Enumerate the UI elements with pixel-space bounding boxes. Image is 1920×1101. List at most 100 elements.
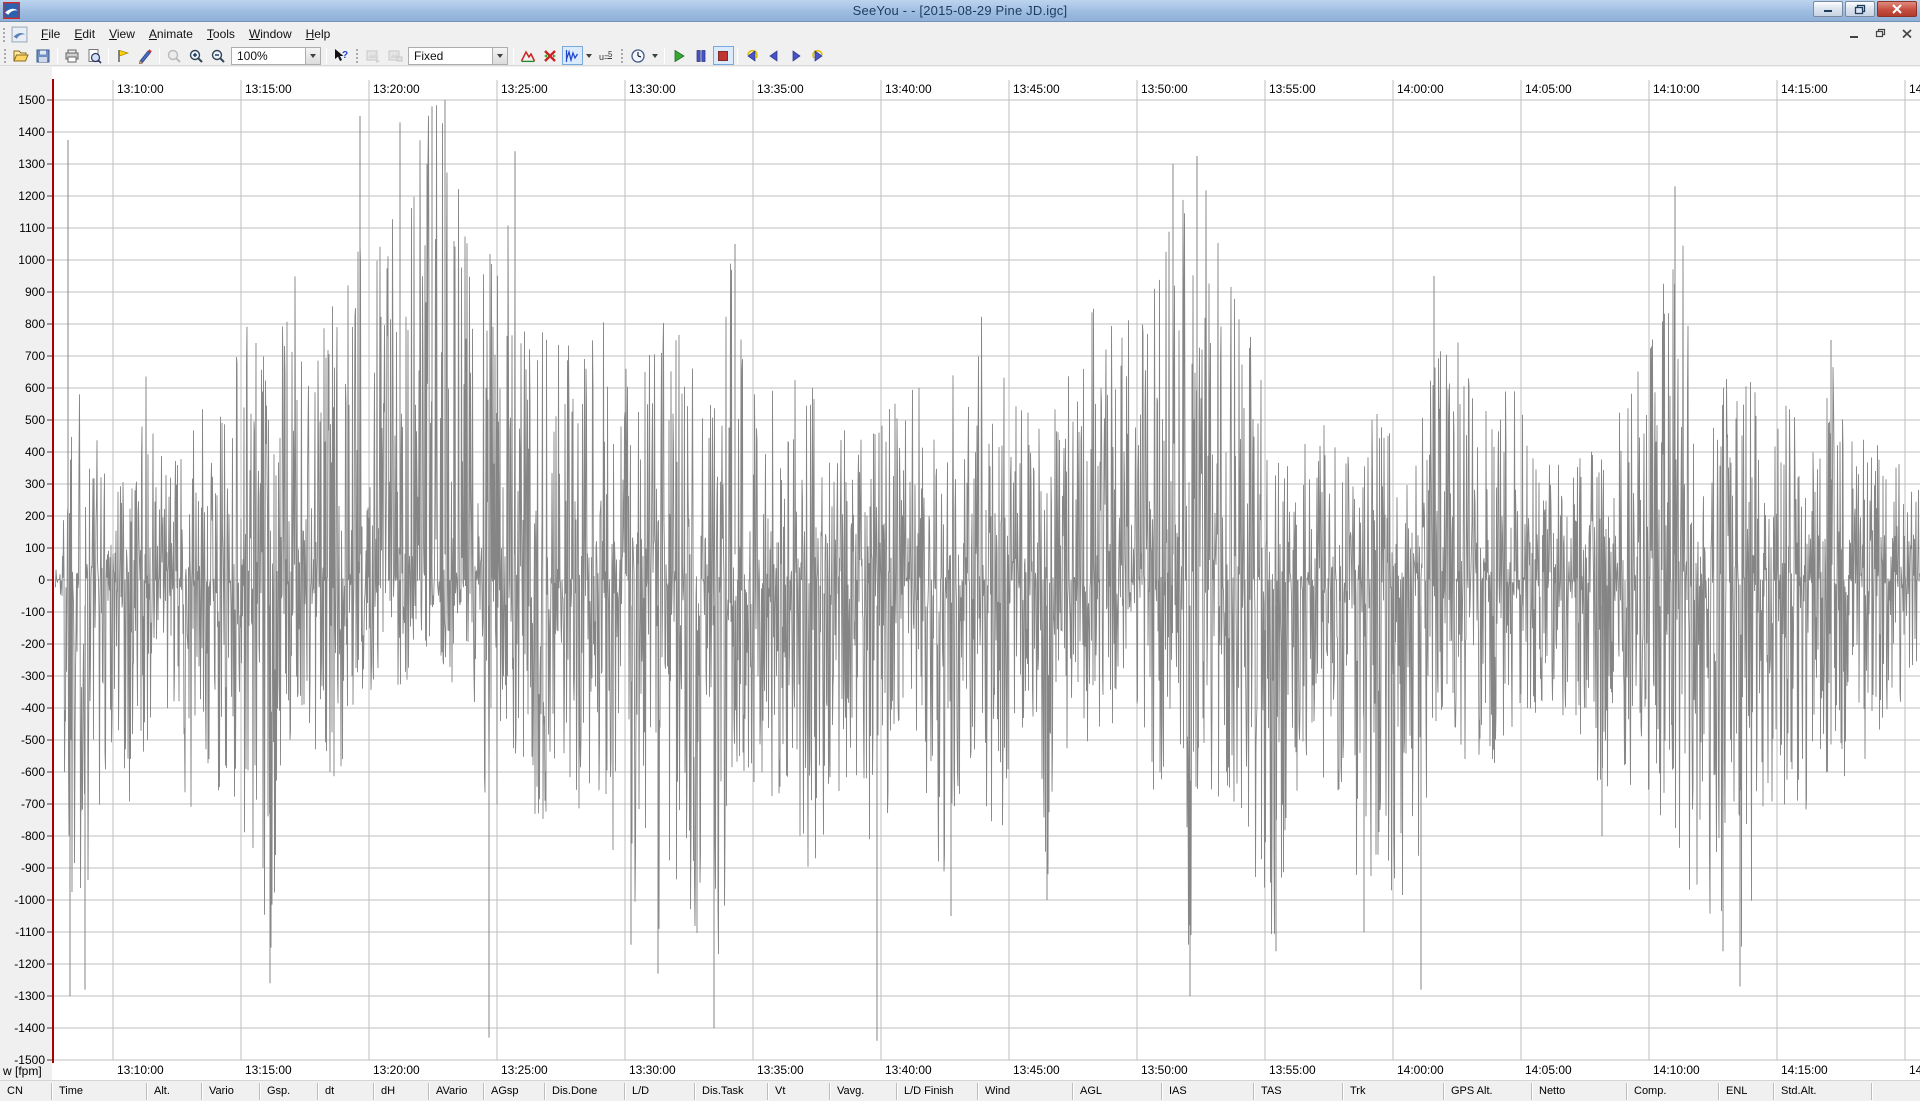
y-tick-label: -800 xyxy=(21,829,45,843)
y-tick-label: 1100 xyxy=(19,221,45,235)
x-tick-label-top: 13:30:00 xyxy=(629,82,676,96)
folder-open-icon xyxy=(13,48,29,64)
y-tick-label: 500 xyxy=(25,413,45,427)
toolbar-separator xyxy=(159,48,160,64)
maximize-window-button[interactable] xyxy=(1845,1,1875,17)
stop-button[interactable] xyxy=(713,46,734,65)
minimize-window-button[interactable] xyxy=(1813,1,1843,17)
x-tick-label-top: 13:25:00 xyxy=(501,82,548,96)
status-cell-netto: Netto xyxy=(1532,1083,1627,1100)
zoom-combo[interactable]: 100% xyxy=(231,47,321,65)
y-tick-label: -900 xyxy=(21,861,45,875)
task-x-icon xyxy=(542,48,558,64)
menu-view[interactable]: View xyxy=(102,23,142,45)
pen-icon xyxy=(137,48,153,64)
route-view-button[interactable] xyxy=(518,46,539,65)
status-cell-dt: dt xyxy=(318,1083,374,1100)
animate-flag-button[interactable] xyxy=(113,46,134,65)
menu-file[interactable]: File xyxy=(34,23,67,45)
status-cell-agsp: AGsp xyxy=(484,1083,545,1100)
zoom-combo-dropdown-arrow[interactable] xyxy=(305,48,320,64)
time-dropdown[interactable] xyxy=(649,46,661,65)
print-button[interactable] xyxy=(62,46,83,65)
toolbar-grip[interactable] xyxy=(2,27,6,42)
close-window-button[interactable] xyxy=(1877,1,1917,17)
y-tick-label: -100 xyxy=(21,605,45,619)
go-start-button[interactable] xyxy=(742,46,763,65)
menu-animate[interactable]: Animate xyxy=(142,23,200,45)
mdi-close-button[interactable] xyxy=(1898,25,1916,41)
draw-button[interactable] xyxy=(135,46,156,65)
y-tick-label: 400 xyxy=(25,445,45,459)
pause-button[interactable] xyxy=(691,46,712,65)
print-preview-button[interactable] xyxy=(84,46,105,65)
x-tick-label-bottom: 13:15:00 xyxy=(245,1063,292,1077)
step-back-button[interactable] xyxy=(764,46,785,65)
vario-chart[interactable]: 1500140013001200110010009008007006005004… xyxy=(0,67,1920,1080)
view-photo-button xyxy=(385,46,406,65)
x-tick-label-bottom: 13:10:00 xyxy=(117,1063,164,1077)
step-forward-button[interactable] xyxy=(786,46,807,65)
x-tick-label-bottom: 14:05:00 xyxy=(1525,1063,1572,1077)
add-photo-button xyxy=(363,46,384,65)
toolbar-separator xyxy=(737,48,738,64)
menu-bar: FileEditViewAnimateToolsWindowHelp xyxy=(0,22,1920,46)
y-tick-label: 700 xyxy=(25,349,45,363)
zoom-out-button[interactable] xyxy=(208,46,229,65)
waveform-icon xyxy=(564,48,580,64)
toolbar-grip[interactable] xyxy=(620,48,624,63)
toolbar-grip[interactable] xyxy=(355,48,359,63)
document-icon[interactable] xyxy=(11,26,28,43)
play-button[interactable] xyxy=(669,46,690,65)
go-end-button[interactable] xyxy=(808,46,829,65)
x-tick-label-bottom: 13:20:00 xyxy=(373,1063,420,1077)
statistics-button[interactable]: u=5 xyxy=(596,46,617,65)
x-tick-label-bottom: 13:35:00 xyxy=(757,1063,804,1077)
toolbar-grip[interactable] xyxy=(3,48,7,63)
y-tick-label: 200 xyxy=(25,509,45,523)
context-help-button[interactable]: ? xyxy=(331,46,352,65)
open-button[interactable] xyxy=(11,46,32,65)
zoom-fit-button xyxy=(164,46,185,65)
y-tick-label: -1300 xyxy=(14,989,45,1003)
menu-tools[interactable]: Tools xyxy=(200,23,242,45)
view-mode-combo-value: Fixed xyxy=(409,49,492,63)
clock-icon xyxy=(630,48,646,64)
title-bar[interactable]: SeeYou - - [2015-08-29 Pine JD.igc] xyxy=(0,0,1920,22)
x-tick-label-top: 13:15:00 xyxy=(245,82,292,96)
x-tick-label-bottom: 14:00:00 xyxy=(1397,1063,1444,1077)
seeyou-window: SeeYou - - [2015-08-29 Pine JD.igc] File… xyxy=(0,0,1920,1101)
zoom-out-icon xyxy=(210,48,226,64)
x-tick-label-top: 13:40:00 xyxy=(885,82,932,96)
y-tick-label: -500 xyxy=(21,733,45,747)
vario-graph-area[interactable]: 1500140013001200110010009008007006005004… xyxy=(0,67,1920,1080)
view-mode-combo-dropdown-arrow[interactable] xyxy=(492,48,507,64)
graph-dropdown[interactable] xyxy=(583,46,595,65)
toolbar: 100%? Fixed u=5 xyxy=(0,46,1920,66)
vario-trace xyxy=(55,105,1920,954)
menu-window[interactable]: Window xyxy=(242,23,299,45)
status-cell-vario: Vario xyxy=(202,1083,260,1100)
y-tick-label: 1400 xyxy=(18,125,45,139)
y-tick-label: -700 xyxy=(21,797,45,811)
status-cell-tas: TAS xyxy=(1254,1083,1343,1100)
mdi-restore-button[interactable] xyxy=(1872,25,1890,41)
menu-edit[interactable]: Edit xyxy=(67,23,102,45)
y-tick-label: -200 xyxy=(21,637,45,651)
x-tick-label-bottom: 13:55:00 xyxy=(1269,1063,1316,1077)
x-tick-label-bottom: 13:25:00 xyxy=(501,1063,548,1077)
mdi-minimize-button[interactable] xyxy=(1846,25,1864,41)
graph-view-button[interactable] xyxy=(562,46,583,65)
mdi-window-controls xyxy=(1846,25,1916,41)
zoom-in-button[interactable] xyxy=(186,46,207,65)
save-button[interactable] xyxy=(33,46,54,65)
toolbar-separator xyxy=(108,48,109,64)
menu-items: FileEditViewAnimateToolsWindowHelp xyxy=(34,27,337,41)
flag-icon xyxy=(115,48,131,64)
view-mode-combo[interactable]: Fixed xyxy=(408,47,508,65)
menu-help[interactable]: Help xyxy=(299,23,338,45)
toolbar-separator xyxy=(326,48,327,64)
time-button[interactable] xyxy=(628,46,649,65)
task-view-button[interactable] xyxy=(540,46,561,65)
toolbar-separator xyxy=(513,48,514,64)
